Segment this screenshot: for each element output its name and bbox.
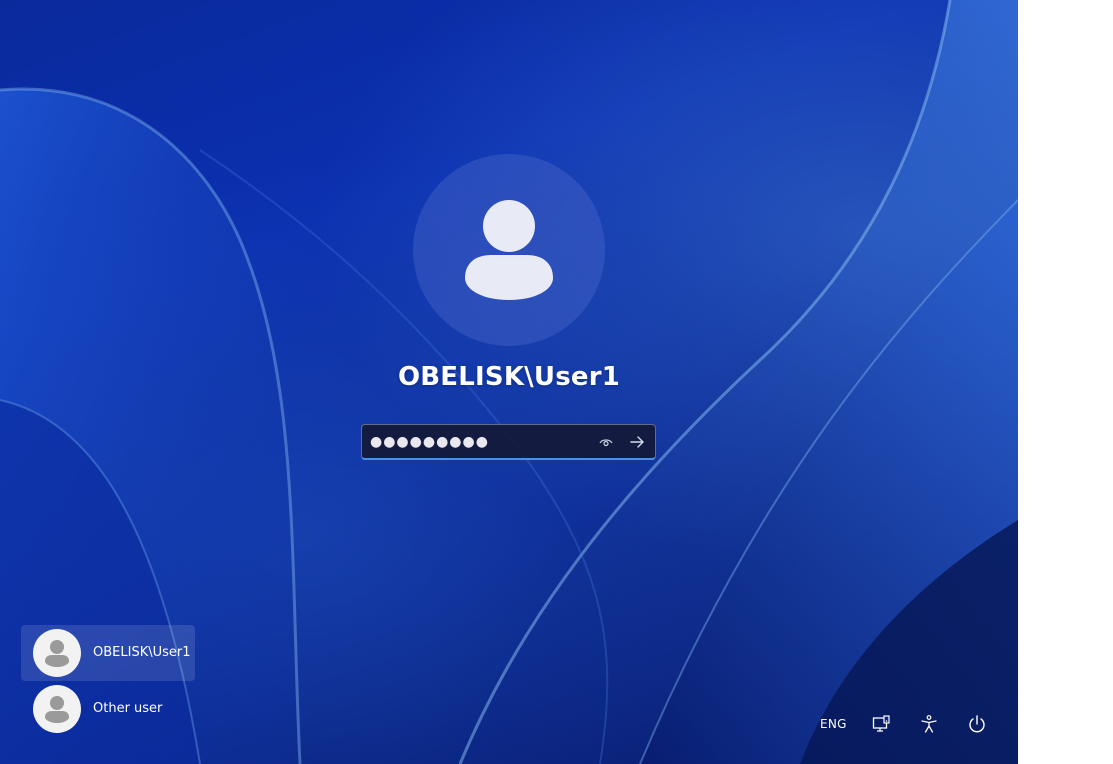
user-name-heading: OBELISK\User1	[397, 362, 621, 392]
user-avatar-small	[33, 629, 81, 677]
user-tile-label: Other user	[93, 701, 163, 716]
accessibility-icon[interactable]	[919, 714, 939, 734]
eye-icon[interactable]	[598, 434, 614, 450]
password-field[interactable]	[361, 424, 656, 460]
user-tile-user1[interactable]: OBELISK\User1	[21, 625, 195, 681]
user-icon	[465, 200, 553, 300]
system-tray: ENG	[810, 708, 1000, 740]
power-icon[interactable]	[967, 714, 987, 734]
language-indicator[interactable]: ENG	[820, 717, 847, 731]
arrow-right-icon[interactable]	[628, 433, 646, 451]
user-tile-label: OBELISK\User1	[93, 645, 191, 660]
network-icon[interactable]	[871, 714, 891, 734]
user-tile-other-user[interactable]: Other user	[21, 681, 195, 737]
user-avatar-small	[33, 685, 81, 733]
user-icon	[45, 696, 69, 723]
lock-screen: OBELISK\User1 OBELISK\User1	[0, 0, 1018, 764]
user-icon	[45, 640, 69, 667]
user-avatar-large	[413, 154, 605, 346]
password-input[interactable]	[370, 431, 580, 453]
